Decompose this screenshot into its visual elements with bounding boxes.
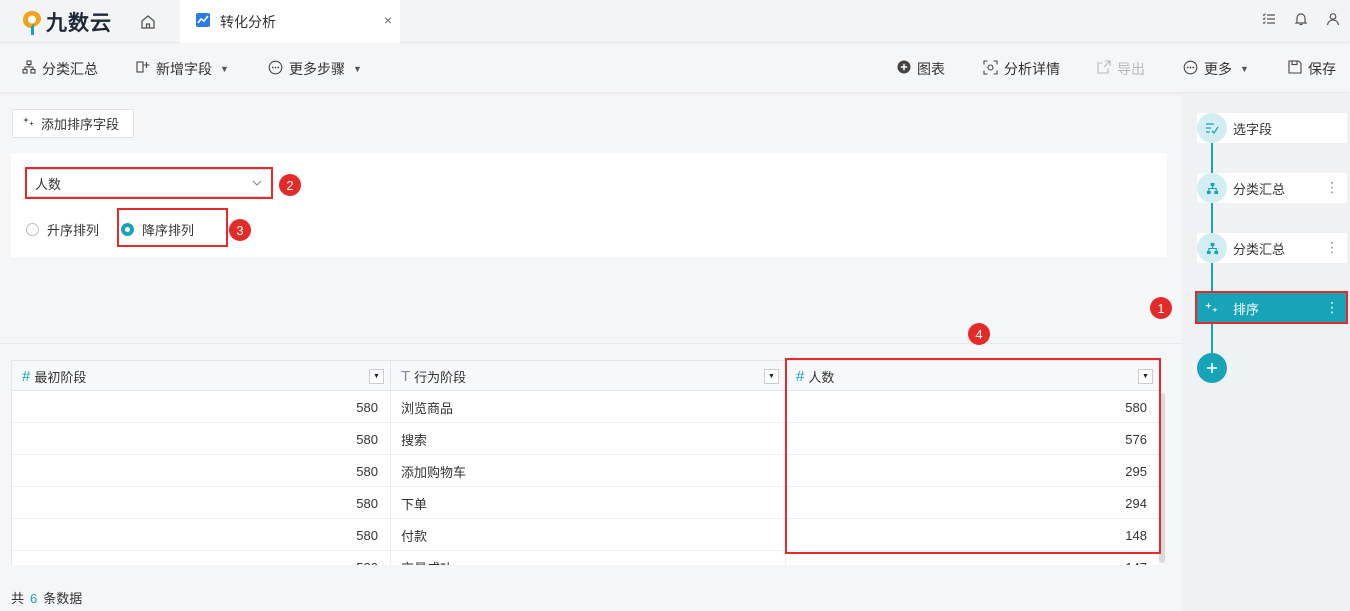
- table-cell: 580: [12, 455, 391, 487]
- export-icon: [1097, 60, 1111, 77]
- more-vertical-icon[interactable]: ⋮: [1325, 239, 1339, 255]
- annotation-box-4: [785, 358, 1161, 554]
- add-step-button[interactable]: [1197, 353, 1227, 383]
- add-sort-field-button[interactable]: 添加排序字段: [12, 109, 134, 138]
- number-type-icon: #: [22, 368, 31, 385]
- ellipsis-circle-icon: [1183, 60, 1198, 78]
- row-count-prefix: 共: [11, 591, 25, 606]
- analysis-detail-button[interactable]: 分析详情: [983, 44, 1060, 93]
- step-group-summary-1[interactable]: 分类汇总 ⋮: [1197, 173, 1347, 203]
- row-count-value: 6: [30, 591, 38, 606]
- more-label: 更多: [1204, 60, 1232, 77]
- annotation-box-2: [25, 167, 273, 199]
- sort-sparkle-icon: [23, 116, 35, 131]
- top-bar: 九数云 转化分析 ×: [0, 0, 1350, 43]
- caret-down-icon: ▼: [1240, 63, 1249, 74]
- hierarchy-icon: [1197, 233, 1227, 263]
- table-cell: 搜索: [391, 423, 786, 455]
- column-header-initial-stage[interactable]: # 最初阶段 ▼: [12, 361, 391, 392]
- table-cell: 580: [12, 487, 391, 519]
- table-cell: 付款: [391, 519, 786, 551]
- column-label: 行为阶段: [414, 370, 467, 385]
- row-count: 共 6 条数据: [11, 588, 82, 607]
- caret-down-icon: ▼: [220, 63, 229, 74]
- analysis-detail-label: 分析详情: [1004, 60, 1060, 77]
- steps-panel: [1182, 93, 1350, 611]
- row-count-suffix: 条数据: [43, 591, 83, 606]
- table-cell: 浏览商品: [391, 391, 786, 423]
- hierarchy-icon: [1197, 173, 1227, 203]
- add-sort-field-label: 添加排序字段: [41, 117, 120, 132]
- more-vertical-icon[interactable]: ⋮: [1325, 179, 1339, 195]
- trend-chart-icon: [196, 13, 210, 30]
- ascending-label: 升序排列: [47, 223, 100, 238]
- hierarchy-icon: [22, 60, 36, 77]
- table-cell: 580: [12, 519, 391, 551]
- divider: [0, 343, 1182, 344]
- tab-conversion-analysis[interactable]: 转化分析 ×: [180, 0, 400, 43]
- step-label: 分类汇总: [1233, 181, 1286, 197]
- group-summary-label: 分类汇总: [42, 60, 98, 77]
- step-select-fields[interactable]: 选字段: [1197, 113, 1347, 143]
- caret-down-icon: ▼: [353, 63, 362, 74]
- column-header-behavior-stage[interactable]: T 行为阶段 ▼: [391, 361, 786, 392]
- annotation-marker-3: 3: [229, 219, 251, 241]
- export-label: 导出: [1117, 60, 1145, 77]
- ascending-radio[interactable]: 升序排列: [26, 220, 99, 239]
- annotation-marker-4: 4: [968, 323, 990, 345]
- column-menu-icon[interactable]: ▼: [369, 369, 384, 384]
- annotation-box-3: [117, 208, 228, 247]
- select-fields-icon: [1197, 113, 1227, 143]
- plus-icon: [1206, 357, 1218, 380]
- app-name: 九数云: [46, 12, 112, 35]
- more-steps-label: 更多步骤: [289, 60, 345, 77]
- more-button[interactable]: 更多 ▼: [1183, 44, 1249, 93]
- annotation-marker-2: 2: [279, 174, 301, 196]
- scan-eye-icon: [983, 59, 998, 78]
- tab-label: 转化分析: [220, 13, 276, 30]
- table-cell: 580: [12, 391, 391, 423]
- export-button[interactable]: 导出: [1097, 44, 1145, 93]
- chart-label: 图表: [917, 60, 945, 77]
- table-cell: 添加购物车: [391, 455, 786, 487]
- table-cell: 580: [12, 551, 391, 565]
- annotation-box-1: [1195, 291, 1348, 324]
- radio-off-icon: [26, 223, 39, 236]
- add-column-icon: [136, 60, 150, 77]
- plus-circle-icon: [897, 60, 911, 77]
- step-group-summary-2[interactable]: 分类汇总 ⋮: [1197, 233, 1347, 263]
- close-icon[interactable]: ×: [384, 12, 392, 28]
- save-icon: [1288, 60, 1302, 77]
- add-field-button[interactable]: 新增字段 ▼: [136, 44, 229, 93]
- user-icon[interactable]: [1324, 10, 1342, 28]
- add-field-label: 新增字段: [156, 60, 212, 77]
- group-summary-button[interactable]: 分类汇总: [22, 44, 98, 93]
- chart-button[interactable]: 图表: [897, 44, 945, 93]
- column-menu-icon[interactable]: ▼: [764, 369, 779, 384]
- home-icon[interactable]: [130, 0, 166, 43]
- save-button[interactable]: 保存: [1288, 44, 1336, 93]
- save-label: 保存: [1308, 60, 1336, 77]
- task-list-icon[interactable]: [1260, 10, 1278, 28]
- table-cell: 580: [12, 423, 391, 455]
- app-logo[interactable]: 九数云: [22, 7, 112, 37]
- column-label: 最初阶段: [34, 370, 87, 385]
- step-label: 分类汇总: [1233, 241, 1286, 257]
- step-label: 选字段: [1233, 121, 1273, 137]
- text-type-icon: T: [401, 368, 411, 385]
- table-cell: 交易成功: [391, 551, 786, 565]
- bell-icon[interactable]: [1292, 10, 1310, 28]
- ellipsis-circle-icon: [268, 60, 283, 78]
- table-cell: 下单: [391, 487, 786, 519]
- toolbar: 分类汇总 新增字段 ▼ 更多步骤 ▼ 图表 分析详情 导出 更多 ▼ 保存: [0, 44, 1350, 93]
- annotation-marker-1: 1: [1150, 297, 1172, 319]
- more-steps-button[interactable]: 更多步骤 ▼: [268, 44, 362, 93]
- logo-icon: [22, 10, 42, 35]
